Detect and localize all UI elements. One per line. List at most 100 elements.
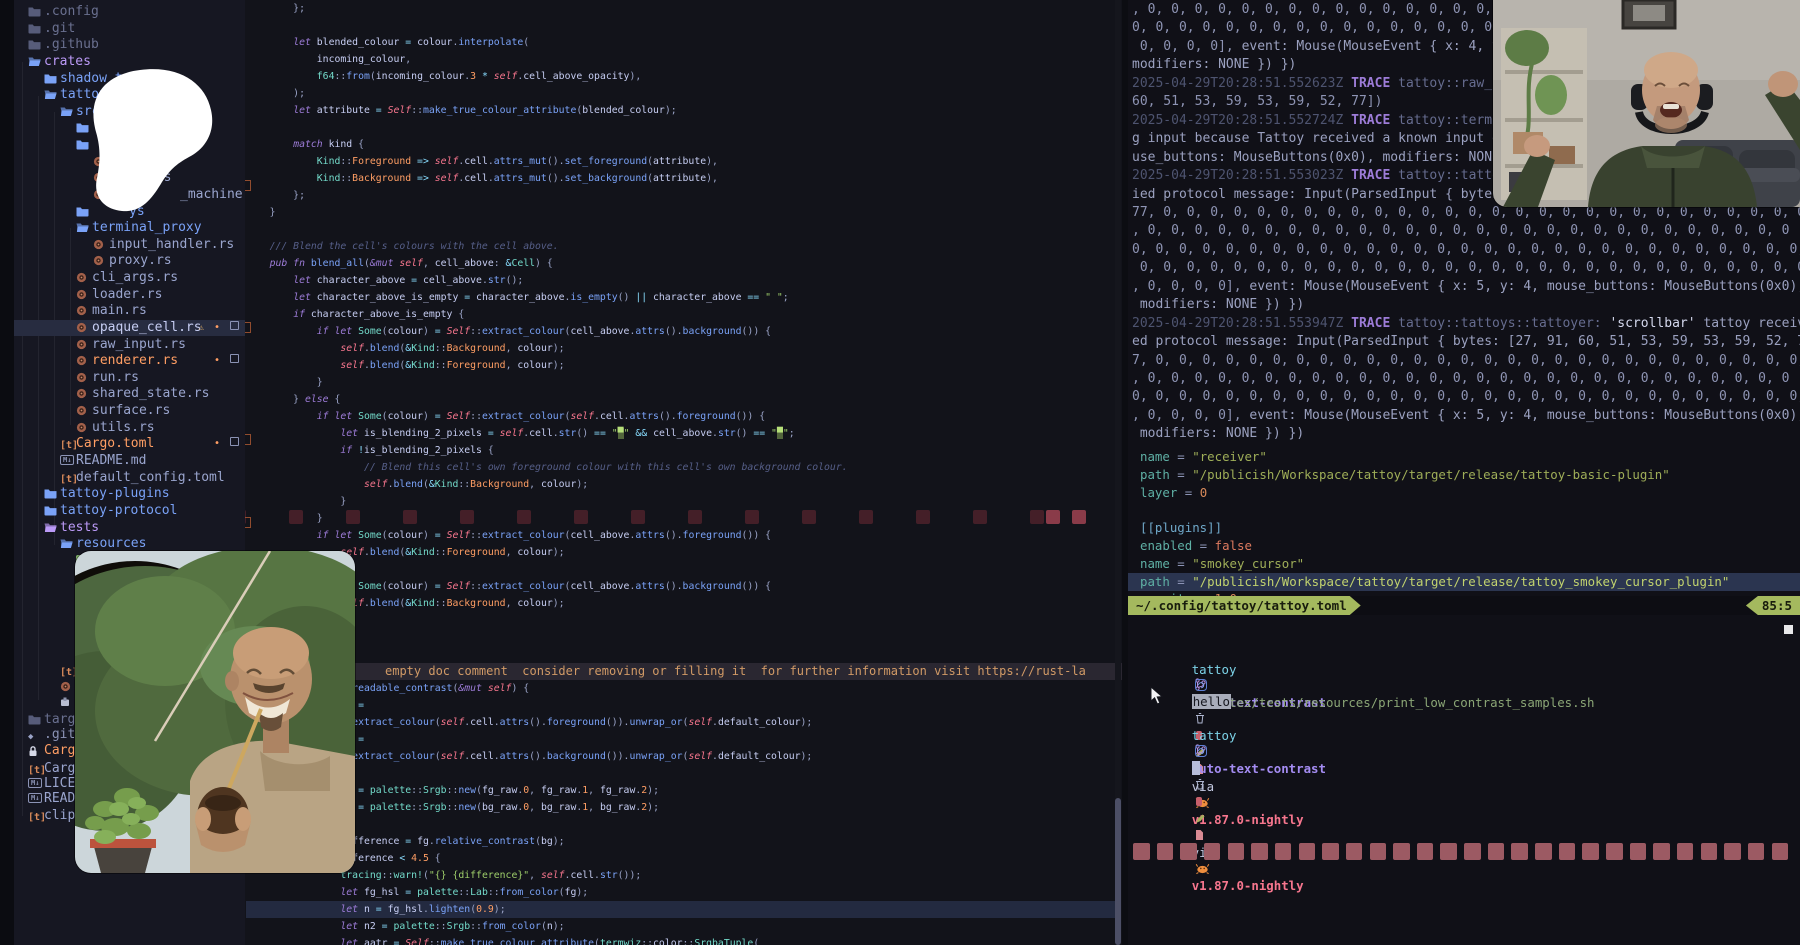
tree-label: input_handler.rs <box>109 237 234 253</box>
code-line[interactable] <box>246 816 1121 833</box>
tree-row-cli_args.rs[interactable]: cli_args.rs <box>14 270 245 286</box>
contrast-sample-square <box>1677 843 1694 860</box>
contrast-sample-square <box>1370 843 1387 860</box>
code-line[interactable]: if let Some(colour) = Self::extract_colo… <box>246 527 1121 544</box>
code-line[interactable]: let aatr = Self::make_true_colour_attrib… <box>246 935 1121 945</box>
code-line[interactable]: pub fn blend_all(&mut self, cell_above: … <box>246 255 1121 272</box>
contrast-sample-square <box>1488 843 1505 860</box>
tree-row-Cargo.toml[interactable]: [t]Cargo.toml• <box>14 436 245 452</box>
code-line[interactable]: let blended_colour = colour.interpolate( <box>246 34 1121 51</box>
code-line[interactable]: let bg_raw = <box>246 731 1121 748</box>
code-line[interactable]: } <box>246 561 1121 578</box>
file-status-badges: • <box>214 436 239 452</box>
tree-label: main.rs <box>92 303 147 319</box>
code-line[interactable]: }; <box>246 0 1121 17</box>
code-line[interactable]: Self::extract_colour(self.cell.attrs().b… <box>246 748 1121 765</box>
code-line[interactable]: // Blend this cell's own foreground colo… <box>246 459 1121 476</box>
code-line[interactable]: if difference < 4.5 { <box>246 850 1121 867</box>
tree-label: README.md <box>76 453 146 469</box>
code-line[interactable] <box>246 221 1121 238</box>
code-line[interactable]: } <box>246 204 1121 221</box>
package-icon <box>60 697 70 707</box>
code-line[interactable]: /// Blend the cell's colours with the ce… <box>246 238 1121 255</box>
code-line[interactable]: } <box>246 612 1121 629</box>
gutter-diagnostic-mark <box>245 434 251 445</box>
code-line[interactable]: Kind::Background => self.cell.attrs_mut(… <box>246 170 1121 187</box>
code-line[interactable]: empty doc comment consider removing or f… <box>246 663 1122 680</box>
tree-row-tests[interactable]: tests <box>14 520 245 536</box>
folder-open-icon <box>44 522 57 533</box>
code-line[interactable]: } <box>246 629 1121 646</box>
code-line[interactable] <box>246 17 1121 34</box>
tree-row-loader.rs[interactable]: loader.rs <box>14 287 245 303</box>
code-line[interactable]: if let Some(colour) = Self::extract_colo… <box>246 323 1121 340</box>
webcam-scene <box>1493 0 1800 207</box>
tree-row-main.rs[interactable]: main.rs <box>14 303 245 319</box>
markdown-file-icon: M↓ <box>28 793 42 803</box>
editor-scrollbar-thumb[interactable] <box>1115 798 1121 945</box>
contrast-sample-square <box>1464 843 1481 860</box>
code-line[interactable]: self.blend(&Kind::Background, colour); <box>246 595 1121 612</box>
code-line[interactable]: let fg = palette::Srgb::new(fg_raw.0, fg… <box>246 782 1121 799</box>
tree-row-renderer.rs[interactable]: renderer.rs• <box>14 353 245 369</box>
contrast-sample-square <box>1275 843 1292 860</box>
tree-row-resources[interactable]: resources <box>14 536 245 552</box>
tree-row-utils.rs[interactable]: utils.rs <box>14 420 245 436</box>
tree-row-input_handler.rs[interactable]: input_handler.rs <box>14 237 245 253</box>
tree-label: shared_state.rs <box>92 386 209 402</box>
code-line[interactable]: if character_above_is_empty { <box>246 306 1121 323</box>
tree-row-tattoy-protocol[interactable]: tattoy-protocol <box>14 503 245 519</box>
rust-file-icon <box>93 239 104 250</box>
code-line[interactable]: incoming_colour, <box>246 51 1121 68</box>
code-line[interactable]: } <box>246 646 1121 663</box>
code-line[interactable]: let is_blending_2_pixels = self.cell.str… <box>246 425 1121 442</box>
tree-label: Cargo.toml <box>76 436 154 452</box>
code-line[interactable]: Kind::Foreground => self.cell.attrs_mut(… <box>246 153 1121 170</box>
tree-row-run.rs[interactable]: run.rs <box>14 370 245 386</box>
code-line[interactable]: let n2 = palette::Srgb::from_color(n); <box>246 918 1121 935</box>
tree-row-proxy.rs[interactable]: proxy.rs <box>14 253 245 269</box>
contrast-sample-square <box>1204 843 1221 860</box>
code-line[interactable]: match kind { <box>246 136 1121 153</box>
code-line[interactable]: self.blend(&Kind::Foreground, colour); <box>246 357 1121 374</box>
tree-row-surface.rs[interactable]: surface.rs <box>14 403 245 419</box>
code-line[interactable]: } else { <box>246 391 1121 408</box>
code-line[interactable]: self.blend(&Kind::Foreground, colour); <box>246 544 1121 561</box>
code-line[interactable]: let difference = fg.relative_contrast(bg… <box>246 833 1121 850</box>
code-line[interactable] <box>246 119 1121 136</box>
code-line[interactable]: let character_above = cell_above.str(); <box>246 272 1121 289</box>
code-line[interactable]: } <box>246 374 1121 391</box>
tree-row-tattoy-plugins[interactable]: tattoy-plugins <box>14 486 245 502</box>
code-line[interactable]: let bg = palette::Srgb::new(bg_raw.0, bg… <box>246 799 1121 816</box>
scroll-marker <box>1784 625 1793 634</box>
code-line[interactable]: ); <box>246 85 1121 102</box>
tree-row-shared_state.rs[interactable]: shared_state.rs <box>14 386 245 402</box>
code-line[interactable]: f64::from(incoming_colour.3 * self.cell_… <box>246 68 1121 85</box>
code-line[interactable]: } <box>246 493 1121 510</box>
code-line[interactable]: let fg_raw = <box>246 697 1121 714</box>
tree-label: tattoy-plugins <box>60 486 170 502</box>
tree-row-opaque_cell.rs[interactable]: opaque_cell.rs⚠ • <box>14 320 245 336</box>
code-line[interactable]: let n = fg_hsl.lighten(0.9); <box>246 901 1121 918</box>
code-line[interactable]: if let Some(colour) = Self::extract_colo… <box>246 578 1121 595</box>
code-line[interactable]: let character_above_is_empty = character… <box>246 289 1121 306</box>
file-status-badges: ⚠ • <box>198 320 239 336</box>
tree-row-README.md[interactable]: M↓README.md <box>14 453 245 469</box>
rust-file-icon <box>76 272 87 283</box>
contrast-sample-square <box>1133 843 1150 860</box>
code-line[interactable]: let attribute = Self::make_true_colour_a… <box>246 102 1121 119</box>
code-line[interactable]: pub fn ensure_readable_contrast(&mut sel… <box>246 680 1121 697</box>
code-line[interactable]: } <box>246 510 1121 527</box>
code-line[interactable]: self.blend(&Kind::Background, colour); <box>246 476 1121 493</box>
code-line[interactable]: tracing::warn!("{} {difference}", self.c… <box>246 867 1121 884</box>
code-line[interactable]: let fg_hsl = palette::Lab::from_color(fg… <box>246 884 1121 901</box>
code-line[interactable]: if let Some(colour) = Self::extract_colo… <box>246 408 1121 425</box>
tree-row-default_config.toml[interactable]: [t]default_config.toml <box>14 470 245 486</box>
code-line[interactable] <box>246 765 1121 782</box>
code-line[interactable]: if !is_blending_2_pixels { <box>246 442 1121 459</box>
code-line[interactable]: self.blend(&Kind::Background, colour); <box>246 340 1121 357</box>
tree-row-raw_input.rs[interactable]: raw_input.rs <box>14 337 245 353</box>
code-line[interactable]: Self::extract_colour(self.cell.attrs().f… <box>246 714 1121 731</box>
code-editor-pane[interactable]: }; let blended_colour = colour.interpola… <box>245 0 1122 945</box>
code-line[interactable]: }; <box>246 187 1121 204</box>
